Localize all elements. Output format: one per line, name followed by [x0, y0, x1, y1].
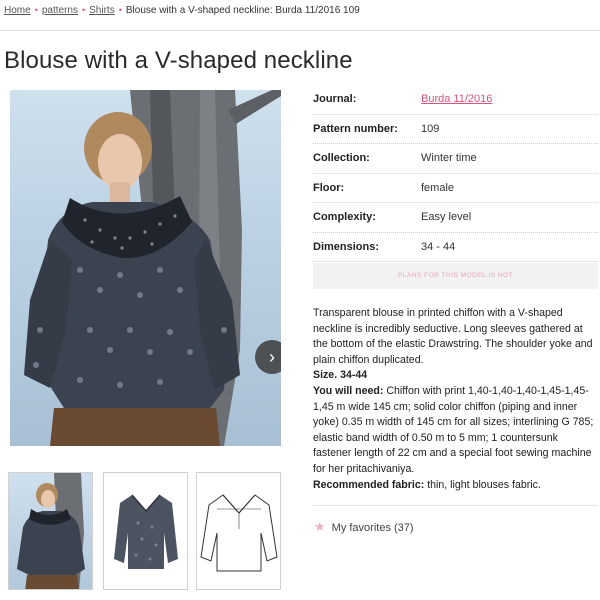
- detail-label: Floor:: [313, 181, 345, 194]
- favorites-button[interactable]: ★ My favorites (37): [314, 519, 414, 535]
- thumbnail-garment[interactable]: [103, 472, 188, 590]
- thumbnail-photo[interactable]: [8, 472, 93, 590]
- detail-row-collection: Collection: Winter time: [313, 144, 598, 174]
- fabric-text: thin, light blouses fabric.: [424, 478, 541, 491]
- divider: [313, 505, 598, 506]
- model-photo: [24, 90, 281, 446]
- breadcrumb-patterns-link[interactable]: patterns: [42, 5, 78, 16]
- detail-row-journal: Journal: Burda 11/2016: [313, 85, 598, 115]
- page-title: Blouse with a V-shaped neckline: [4, 47, 353, 74]
- detail-label: Collection:: [313, 152, 370, 165]
- size-text: Size. 34-44: [313, 369, 368, 382]
- fabric-label: Recommended fabric:: [313, 478, 425, 491]
- breadcrumb-home-link[interactable]: Home: [4, 5, 31, 16]
- detail-label: Complexity:: [313, 211, 376, 224]
- breadcrumb: Home • patterns • Shirts • Blouse with a V-sha…: [4, 5, 360, 16]
- detail-value: Winter time: [421, 152, 477, 165]
- breadcrumb-current: Blouse with a V-shaped neckline: Burda 1…: [125, 5, 360, 16]
- pattern-details-table: Journal: Burda 11/2016 Pattern number: 1…: [313, 85, 598, 262]
- detail-label: Dimensions:: [313, 240, 380, 253]
- main-product-image[interactable]: ›: [10, 90, 281, 446]
- favorites-label: My favorites (37): [331, 522, 414, 534]
- chevron-right-icon: ›: [269, 347, 275, 367]
- detail-value: female: [421, 181, 455, 194]
- need-text: Chiffon with print 1,40-1,40-1,40-1,45-1…: [313, 384, 594, 475]
- breadcrumb-shirts-link[interactable]: Shirts: [89, 5, 115, 16]
- detail-row-pattern-number: Pattern number: 109: [313, 115, 598, 144]
- breadcrumb-separator: •: [118, 5, 122, 15]
- detail-row-floor: Floor: female: [313, 174, 598, 203]
- breadcrumb-separator: •: [81, 5, 86, 15]
- thumbnail-model-image: [17, 473, 85, 589]
- pattern-description: Transparent blouse in printed chiffon wi…: [313, 306, 598, 493]
- breadcrumb-separator: •: [34, 5, 38, 15]
- detail-row-complexity: Complexity: Easy level: [313, 203, 598, 233]
- journal-link[interactable]: Burda 11/2016: [421, 93, 492, 105]
- detail-row-dimensions: Dimensions: 34 - 44: [313, 233, 598, 262]
- detail-label: Journal:: [313, 93, 357, 106]
- description-intro: Transparent blouse in printed chiffon wi…: [313, 307, 593, 366]
- detail-label: Pattern number:: [313, 122, 398, 135]
- next-image-button[interactable]: ›: [255, 340, 281, 374]
- detail-value: Easy level: [421, 211, 472, 224]
- detail-value: 34 - 44: [421, 240, 456, 253]
- thumbnail-sketch[interactable]: [196, 472, 281, 590]
- divider: [0, 30, 600, 31]
- thumbnail-sketch-image: [200, 494, 278, 572]
- need-label: You will need:: [313, 384, 384, 397]
- star-icon: ★: [314, 519, 326, 534]
- plans-unavailable-notice: PLANS FOR THIS MODEL IS NOT: [313, 263, 598, 289]
- thumbnail-blouse-image: [114, 494, 178, 569]
- detail-value: 109: [421, 122, 440, 135]
